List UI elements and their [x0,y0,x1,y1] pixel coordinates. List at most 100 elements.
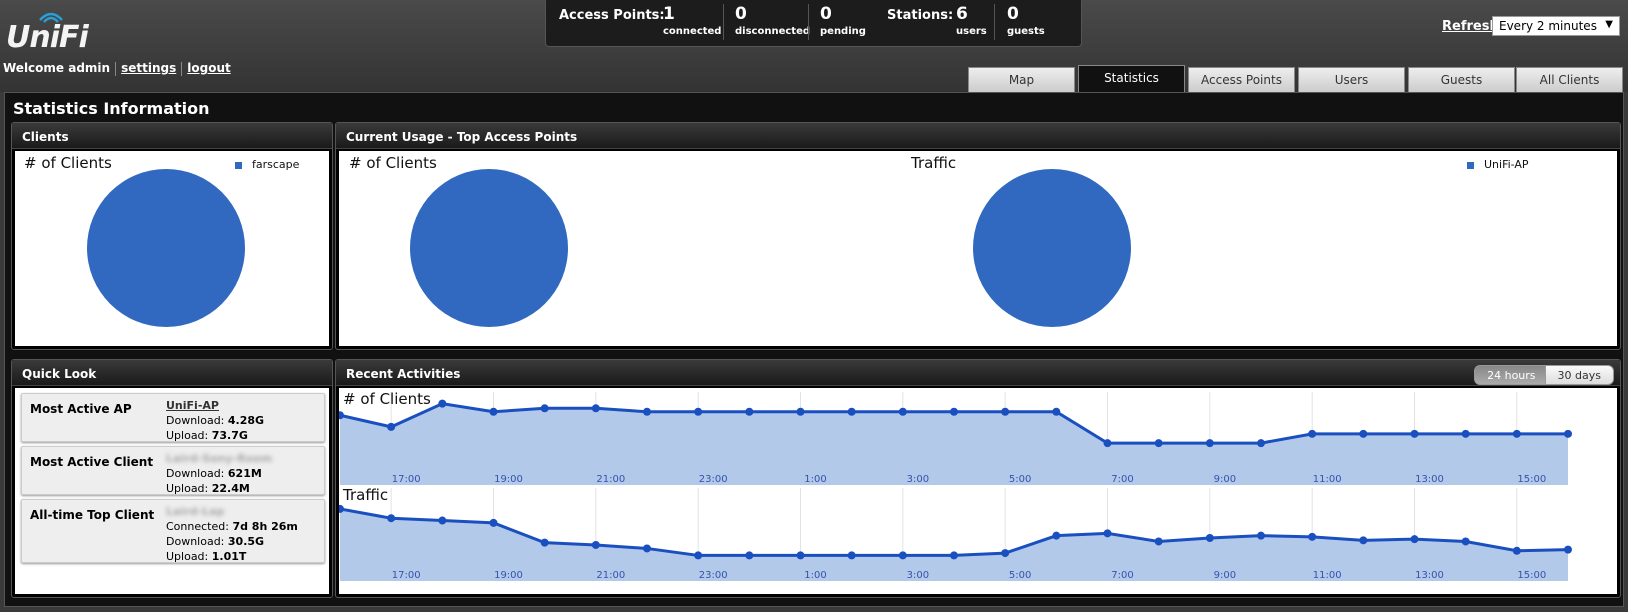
clients-data-point [1154,439,1163,448]
clients-data-point [847,407,856,416]
connected-stat[interactable]: 1 connected [663,4,721,37]
recent-traffic-chart-title: Traffic [343,486,389,504]
traffic-data-point [745,551,754,560]
disconnected-stat[interactable]: 0 disconnected [735,4,810,37]
traffic-x-tick-label: 9:00 [1214,570,1236,581]
range-toggle: 24 hours 30 days [1474,364,1614,385]
clients-data-point [1512,429,1521,438]
clients-x-tick-label: 15:00 [1517,474,1546,485]
clients-data-point [1205,439,1214,448]
clients-data-point [1359,429,1368,438]
traffic-x-tick-label: 17:00 [392,570,421,581]
recent-clients-chart-title: # of Clients [343,390,431,408]
traffic-data-point [1461,537,1470,546]
clients-data-point [1308,429,1317,438]
alltime-top-client-name[interactable]: Laird-Lap [166,505,224,518]
traffic-data-point [643,544,651,553]
traffic-data-point [591,540,600,549]
clients-data-point [694,407,703,416]
clients-panel-body: # of Clients farscape [15,151,329,346]
current-usage-panel: Current Usage - Top Access Points # of C… [335,122,1621,350]
clients-data-point [1564,429,1572,438]
traffic-x-tick-label: 7:00 [1111,570,1133,581]
pie-slice-farscape[interactable] [87,169,245,327]
traffic-data-point [1205,533,1214,542]
quick-look-panel: Quick Look Most Active AP UniFi-AP Downl… [11,359,333,598]
alltime-top-client-card: All-time Top Client Laird-Lap Connected:… [21,499,325,563]
traffic-data-point [847,551,856,560]
tab-statistics[interactable]: Statistics [1078,65,1185,92]
traffic-data-point [796,551,805,560]
traffic-data-point [1512,546,1521,555]
clients-pie-chart [87,169,245,327]
refresh-interval-value: Every 2 minutes [1499,19,1597,33]
alltime-top-client-upload: 1.01T [211,550,247,563]
alltime-top-client-connected: 7d 8h 26m [232,520,298,533]
clients-data-point [438,399,447,408]
clients-x-tick-label: 1:00 [804,474,826,485]
traffic-x-tick-label: 23:00 [699,570,728,581]
tab-guests[interactable]: Guests [1408,67,1515,92]
quick-look-panel-title: Quick Look [12,360,332,386]
guests-stat[interactable]: 0 guests [1007,4,1045,37]
pie-slice-traffic-unifi-ap[interactable] [973,169,1131,327]
most-active-ap-link[interactable]: UniFi-AP [166,399,219,412]
traffic-data-point [1001,549,1010,558]
clients-data-point [387,422,396,431]
users-stat[interactable]: 6 users [956,4,987,37]
clients-data-point [1103,439,1112,448]
traffic-data-point [1308,532,1317,541]
most-active-ap-card: Most Active AP UniFi-AP Download: 4.28G … [21,393,325,442]
most-active-client-label: Most Active Client [30,455,154,469]
clients-data-point [591,404,600,413]
clients-panel: Clients # of Clients farscape [11,122,333,350]
most-active-ap-upload: 73.7G [211,429,248,442]
tab-access-points[interactable]: Access Points [1188,67,1295,92]
recent-activities-panel-body: # of Clients Traffic 17:00 19:00 21:00 23:0… [339,388,1617,594]
traffic-x-tick-label: 13:00 [1415,570,1444,581]
clients-data-point [1461,429,1470,438]
logo-text: UniFi [6,20,89,55]
statistics-page: Statistics Information Clients # of Clie… [4,92,1624,607]
traffic-x-tick-label: 15:00 [1517,570,1546,581]
clients-x-tick-label: 7:00 [1111,474,1133,485]
recent-activities-panel: Recent Activities 24 hours 30 days # of C… [335,359,1621,598]
clients-panel-title: Clients [12,123,332,149]
range-30-days-button[interactable]: 30 days [1544,365,1614,385]
refresh-interval-select[interactable]: Every 2 minutes ▼ [1492,16,1620,36]
most-active-client-download: 621M [227,467,262,480]
range-24-hours-button[interactable]: 24 hours [1474,365,1549,385]
traffic-data-point [1410,535,1419,544]
welcome-bar: Welcome admin settings logout [3,61,231,76]
most-active-ap-download: 4.28G [227,414,265,427]
summary-box: Access Points: 1 connected 0 disconnected … [545,0,1082,47]
access-points-label: Access Points: [559,8,665,23]
clients-x-tick-label: 23:00 [699,474,728,485]
clients-x-tick-label: 13:00 [1415,474,1444,485]
traffic-data-point [1359,536,1368,545]
alltime-top-client-label: All-time Top Client [30,508,155,522]
most-active-client-name[interactable]: Laird-Sony-Room [166,452,272,465]
most-active-client-card: Most Active Client Laird-Sony-Room Downl… [21,446,325,495]
pie-slice-clients-unifi-ap[interactable] [410,169,568,327]
tab-all-clients[interactable]: All Clients [1516,67,1623,92]
pending-stat[interactable]: 0 pending [820,4,866,37]
refresh-link[interactable]: Refresh [1442,19,1499,34]
settings-link[interactable]: settings [121,61,176,75]
clients-data-point [643,407,651,416]
tab-users[interactable]: Users [1298,67,1405,92]
most-active-client-upload: 22.4M [211,482,250,495]
clients-data-point [1001,407,1010,416]
traffic-data-point [1103,529,1112,538]
unifi-logo[interactable]: UniFi [6,8,89,55]
traffic-x-tick-label: 11:00 [1313,570,1342,581]
recent-activities-panel-title: Recent Activities [336,360,1620,386]
alltime-top-client-download: 30.5G [227,535,265,548]
tab-map[interactable]: Map [968,67,1075,92]
logout-link[interactable]: logout [187,61,230,75]
clients-x-tick-label: 19:00 [494,474,523,485]
quick-look-panel-body: Most Active AP UniFi-AP Download: 4.28G … [15,388,329,594]
current-usage-panel-body: # of Clients Traffic UniFi-AP [339,151,1617,346]
clients-x-tick-label: 17:00 [392,474,421,485]
clients-data-point [796,407,805,416]
